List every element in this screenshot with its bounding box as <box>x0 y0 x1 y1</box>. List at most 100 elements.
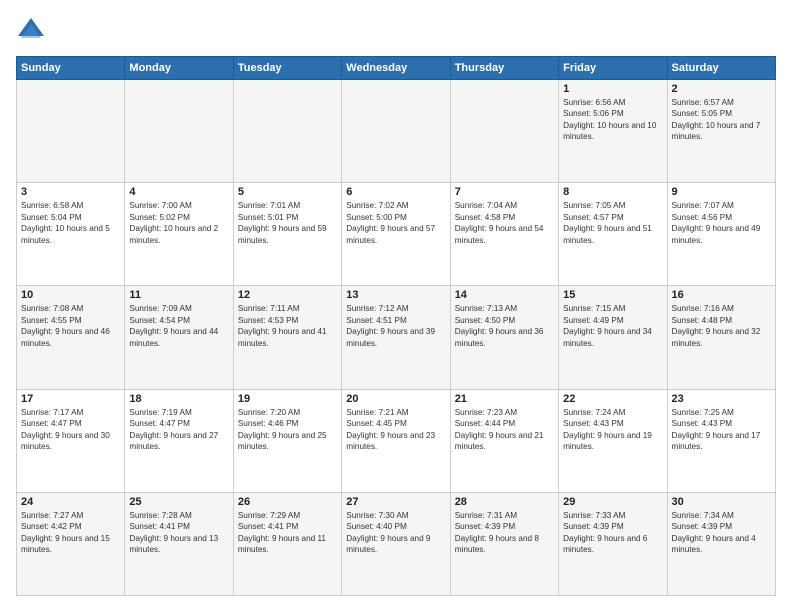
day-number: 8 <box>563 186 662 198</box>
calendar-cell: 27 Sunrise: 7:30 AM Sunset: 4:40 PM Dayli… <box>342 492 450 595</box>
header <box>16 16 776 46</box>
day-number: 3 <box>21 186 120 198</box>
calendar-header-row: SundayMondayTuesdayWednesdayThursdayFrid… <box>17 57 776 80</box>
calendar-cell: 5 Sunrise: 7:01 AM Sunset: 5:01 PM Daylig… <box>233 183 341 286</box>
day-number: 13 <box>346 289 445 301</box>
day-number: 24 <box>21 496 120 508</box>
day-info: Sunrise: 6:56 AM Sunset: 5:06 PM Dayligh… <box>563 97 662 143</box>
calendar-header-sunday: Sunday <box>17 57 125 80</box>
calendar-header-saturday: Saturday <box>667 57 775 80</box>
day-info: Sunrise: 7:12 AM Sunset: 4:51 PM Dayligh… <box>346 303 445 349</box>
calendar-cell: 12Sunrise: 7:11 AM Sunset: 4:53 PM Dayli… <box>233 286 341 389</box>
calendar-cell: 23Sunrise: 7:25 AM Sunset: 4:43 PM Dayli… <box>667 389 775 492</box>
calendar-cell: 15 Sunrise: 7:15 AM Sunset: 4:49 PM Dayli… <box>559 286 667 389</box>
day-info: Sunrise: 7:05 AM Sunset: 4:57 PM Dayligh… <box>563 200 662 246</box>
day-info: Sunrise: 7:23 AM Sunset: 4:44 PM Dayligh… <box>455 407 554 453</box>
day-number: 7 <box>455 186 554 198</box>
calendar-cell: 11Sunrise: 7:09 AM Sunset: 4:54 PM Dayli… <box>125 286 233 389</box>
logo <box>16 16 48 46</box>
calendar-cell: 7 Sunrise: 7:04 AM Sunset: 4:58 PM Daylig… <box>450 183 558 286</box>
calendar-week-2: 3 Sunrise: 6:58 AM Sunset: 5:04 PM Daylig… <box>17 183 776 286</box>
day-info: Sunrise: 7:24 AM Sunset: 4:43 PM Dayligh… <box>563 407 662 453</box>
day-number: 9 <box>672 186 771 198</box>
calendar-cell: 2 Sunrise: 6:57 AM Sunset: 5:05 PM Daylig… <box>667 80 775 183</box>
calendar-week-1: 1 Sunrise: 6:56 AM Sunset: 5:06 PM Daylig… <box>17 80 776 183</box>
day-number: 15 <box>563 289 662 301</box>
day-number: 29 <box>563 496 662 508</box>
day-number: 26 <box>238 496 337 508</box>
calendar-week-3: 10Sunrise: 7:08 AM Sunset: 4:55 PM Dayli… <box>17 286 776 389</box>
day-info: Sunrise: 7:30 AM Sunset: 4:40 PM Dayligh… <box>346 510 445 556</box>
calendar-cell <box>125 80 233 183</box>
day-number: 19 <box>238 393 337 405</box>
calendar-cell: 21 Sunrise: 7:23 AM Sunset: 4:44 PM Dayli… <box>450 389 558 492</box>
calendar-cell: 29 Sunrise: 7:33 AM Sunset: 4:39 PM Dayli… <box>559 492 667 595</box>
day-info: Sunrise: 6:57 AM Sunset: 5:05 PM Dayligh… <box>672 97 771 143</box>
day-info: Sunrise: 7:21 AM Sunset: 4:45 PM Dayligh… <box>346 407 445 453</box>
day-info: Sunrise: 7:08 AM Sunset: 4:55 PM Dayligh… <box>21 303 120 349</box>
calendar-cell: 19 Sunrise: 7:20 AM Sunset: 4:46 PM Dayli… <box>233 389 341 492</box>
logo-icon <box>16 16 46 46</box>
calendar-cell: 14 Sunrise: 7:13 AM Sunset: 4:50 PM Dayli… <box>450 286 558 389</box>
calendar-cell: 13 Sunrise: 7:12 AM Sunset: 4:51 PM Dayli… <box>342 286 450 389</box>
calendar-week-5: 24 Sunrise: 7:27 AM Sunset: 4:42 PM Dayli… <box>17 492 776 595</box>
calendar-cell <box>342 80 450 183</box>
day-info: Sunrise: 7:34 AM Sunset: 4:39 PM Dayligh… <box>672 510 771 556</box>
day-info: Sunrise: 7:13 AM Sunset: 4:50 PM Dayligh… <box>455 303 554 349</box>
calendar-cell: 25 Sunrise: 7:28 AM Sunset: 4:41 PM Dayli… <box>125 492 233 595</box>
day-info: Sunrise: 7:17 AM Sunset: 4:47 PM Dayligh… <box>21 407 120 453</box>
day-number: 20 <box>346 393 445 405</box>
day-number: 18 <box>129 393 228 405</box>
day-number: 5 <box>238 186 337 198</box>
day-number: 30 <box>672 496 771 508</box>
day-info: Sunrise: 7:28 AM Sunset: 4:41 PM Dayligh… <box>129 510 228 556</box>
day-info: Sunrise: 7:15 AM Sunset: 4:49 PM Dayligh… <box>563 303 662 349</box>
calendar-cell: 8 Sunrise: 7:05 AM Sunset: 4:57 PM Daylig… <box>559 183 667 286</box>
day-info: Sunrise: 7:31 AM Sunset: 4:39 PM Dayligh… <box>455 510 554 556</box>
day-info: Sunrise: 7:09 AM Sunset: 4:54 PM Dayligh… <box>129 303 228 349</box>
calendar-cell: 3 Sunrise: 6:58 AM Sunset: 5:04 PM Daylig… <box>17 183 125 286</box>
day-number: 21 <box>455 393 554 405</box>
calendar-cell: 1 Sunrise: 6:56 AM Sunset: 5:06 PM Daylig… <box>559 80 667 183</box>
calendar-cell: 28 Sunrise: 7:31 AM Sunset: 4:39 PM Dayli… <box>450 492 558 595</box>
calendar-header-thursday: Thursday <box>450 57 558 80</box>
calendar-cell: 4 Sunrise: 7:00 AM Sunset: 5:02 PM Daylig… <box>125 183 233 286</box>
calendar-cell: 10Sunrise: 7:08 AM Sunset: 4:55 PM Dayli… <box>17 286 125 389</box>
calendar-cell: 17 Sunrise: 7:17 AM Sunset: 4:47 PM Dayli… <box>17 389 125 492</box>
day-number: 25 <box>129 496 228 508</box>
day-info: Sunrise: 7:02 AM Sunset: 5:00 PM Dayligh… <box>346 200 445 246</box>
day-info: Sunrise: 7:04 AM Sunset: 4:58 PM Dayligh… <box>455 200 554 246</box>
day-number: 17 <box>21 393 120 405</box>
day-info: Sunrise: 7:16 AM Sunset: 4:48 PM Dayligh… <box>672 303 771 349</box>
calendar: SundayMondayTuesdayWednesdayThursdayFrid… <box>16 56 776 596</box>
day-info: Sunrise: 7:33 AM Sunset: 4:39 PM Dayligh… <box>563 510 662 556</box>
calendar-cell: 30 Sunrise: 7:34 AM Sunset: 4:39 PM Dayli… <box>667 492 775 595</box>
day-number: 22 <box>563 393 662 405</box>
day-info: Sunrise: 7:27 AM Sunset: 4:42 PM Dayligh… <box>21 510 120 556</box>
day-number: 1 <box>563 83 662 95</box>
day-number: 4 <box>129 186 228 198</box>
calendar-header-tuesday: Tuesday <box>233 57 341 80</box>
day-number: 6 <box>346 186 445 198</box>
calendar-week-4: 17 Sunrise: 7:17 AM Sunset: 4:47 PM Dayli… <box>17 389 776 492</box>
day-number: 14 <box>455 289 554 301</box>
calendar-cell: 24 Sunrise: 7:27 AM Sunset: 4:42 PM Dayli… <box>17 492 125 595</box>
day-number: 2 <box>672 83 771 95</box>
calendar-header-monday: Monday <box>125 57 233 80</box>
calendar-cell: 16Sunrise: 7:16 AM Sunset: 4:48 PM Dayli… <box>667 286 775 389</box>
day-info: Sunrise: 7:25 AM Sunset: 4:43 PM Dayligh… <box>672 407 771 453</box>
calendar-cell <box>450 80 558 183</box>
day-info: Sunrise: 7:07 AM Sunset: 4:56 PM Dayligh… <box>672 200 771 246</box>
calendar-cell: 18Sunrise: 7:19 AM Sunset: 4:47 PM Dayli… <box>125 389 233 492</box>
calendar-cell: 22 Sunrise: 7:24 AM Sunset: 4:43 PM Dayli… <box>559 389 667 492</box>
day-info: Sunrise: 7:00 AM Sunset: 5:02 PM Dayligh… <box>129 200 228 246</box>
day-info: Sunrise: 6:58 AM Sunset: 5:04 PM Dayligh… <box>21 200 120 246</box>
calendar-cell <box>17 80 125 183</box>
day-number: 27 <box>346 496 445 508</box>
day-info: Sunrise: 7:20 AM Sunset: 4:46 PM Dayligh… <box>238 407 337 453</box>
day-info: Sunrise: 7:01 AM Sunset: 5:01 PM Dayligh… <box>238 200 337 246</box>
day-info: Sunrise: 7:11 AM Sunset: 4:53 PM Dayligh… <box>238 303 337 349</box>
day-number: 28 <box>455 496 554 508</box>
calendar-cell: 20 Sunrise: 7:21 AM Sunset: 4:45 PM Dayli… <box>342 389 450 492</box>
calendar-header-wednesday: Wednesday <box>342 57 450 80</box>
